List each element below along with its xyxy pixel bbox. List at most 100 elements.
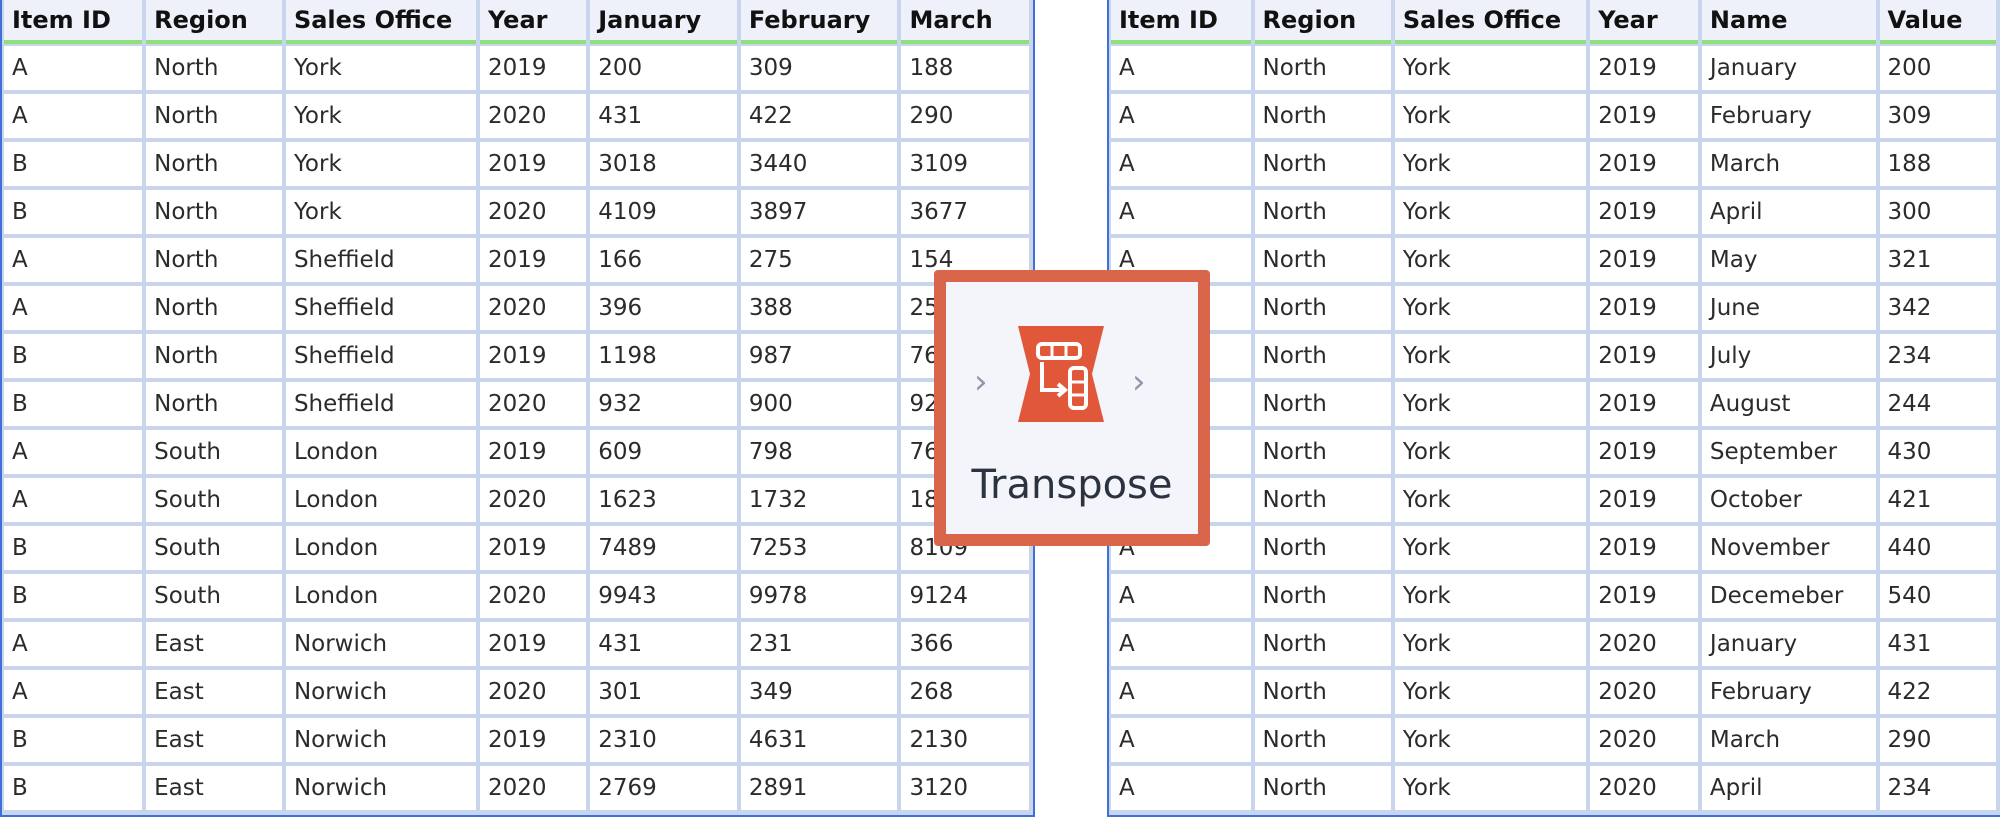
- input-table-cell[interactable]: Sheffield: [285, 284, 476, 332]
- input-table-cell[interactable]: North: [146, 92, 282, 140]
- input-table-cell[interactable]: 349: [740, 668, 898, 716]
- output-table-cell[interactable]: York: [1394, 236, 1587, 284]
- input-table-cell[interactable]: B: [4, 140, 143, 188]
- input-table-row[interactable]: A South London 2020 1623 1732 18: [4, 476, 1029, 524]
- output-table-cell[interactable]: York: [1394, 620, 1587, 668]
- input-table-cell[interactable]: 309: [740, 44, 898, 92]
- input-table-cell[interactable]: Norwich: [285, 716, 476, 764]
- input-table-cell[interactable]: 2019: [480, 716, 587, 764]
- output-table-cell[interactable]: 200: [1879, 44, 1996, 92]
- output-table-cell[interactable]: York: [1394, 524, 1587, 572]
- output-table-cell[interactable]: Decemeber: [1701, 572, 1876, 620]
- output-table-cell[interactable]: A: [1111, 140, 1251, 188]
- input-table-cell[interactable]: 2130: [901, 716, 1029, 764]
- input-table-row[interactable]: B North Sheffield 2020 932 900 92: [4, 380, 1029, 428]
- input-table-cell[interactable]: York: [285, 92, 476, 140]
- input-table-cell[interactable]: 3109: [901, 140, 1029, 188]
- input-table-cell[interactable]: 2310: [590, 716, 737, 764]
- output-table-cell[interactable]: York: [1394, 284, 1587, 332]
- output-table-cell[interactable]: 2019: [1590, 284, 1698, 332]
- input-table-cell[interactable]: 2020: [480, 284, 587, 332]
- output-table-cell[interactable]: York: [1394, 44, 1587, 92]
- output-table-cell[interactable]: March: [1701, 716, 1876, 764]
- output-table-cell[interactable]: 2020: [1590, 716, 1698, 764]
- output-table-cell[interactable]: A: [1111, 572, 1251, 620]
- input-table-cell[interactable]: London: [285, 476, 476, 524]
- output-table-cell[interactable]: April: [1701, 188, 1876, 236]
- input-table-cell[interactable]: York: [285, 44, 476, 92]
- input-table-cell[interactable]: 188: [901, 44, 1029, 92]
- input-table-cell[interactable]: South: [146, 428, 282, 476]
- input-table-cell[interactable]: 2019: [480, 524, 587, 572]
- output-table-row[interactable]: A North York 2020 March 290: [1111, 716, 1996, 764]
- output-table-row[interactable]: A North York 2019 March 188: [1111, 140, 1996, 188]
- input-table-cell[interactable]: Sheffield: [285, 236, 476, 284]
- input-table-cell[interactable]: 4109: [590, 188, 737, 236]
- input-table-cell[interactable]: 275: [740, 236, 898, 284]
- output-table-cell[interactable]: York: [1394, 428, 1587, 476]
- input-table-cell[interactable]: London: [285, 428, 476, 476]
- output-table-cell[interactable]: North: [1254, 284, 1391, 332]
- input-table-row[interactable]: A North Sheffield 2019 166 275 154: [4, 236, 1029, 284]
- input-table-cell[interactable]: A: [4, 284, 143, 332]
- input-table-cell[interactable]: North: [146, 44, 282, 92]
- input-table-cell[interactable]: B: [4, 572, 143, 620]
- input-table-cell[interactable]: 3677: [901, 188, 1029, 236]
- output-table-cell[interactable]: 422: [1879, 668, 1996, 716]
- output-table-row[interactable]: A North York 2020 January 431: [1111, 620, 1996, 668]
- output-table-cell[interactable]: York: [1394, 188, 1587, 236]
- input-table-cell[interactable]: South: [146, 476, 282, 524]
- input-table-cell[interactable]: South: [146, 572, 282, 620]
- input-table-cell[interactable]: A: [4, 236, 143, 284]
- input-table-cell[interactable]: B: [4, 764, 143, 812]
- output-table-cell[interactable]: 244: [1879, 380, 1996, 428]
- input-table-cell[interactable]: A: [4, 92, 143, 140]
- output-table-cell[interactable]: North: [1254, 668, 1391, 716]
- input-table-cell[interactable]: North: [146, 236, 282, 284]
- input-table-cell[interactable]: 7489: [590, 524, 737, 572]
- output-table-cell[interactable]: North: [1254, 92, 1391, 140]
- output-table-cell[interactable]: A: [1111, 188, 1251, 236]
- input-table-cell[interactable]: North: [146, 140, 282, 188]
- output-table-cell[interactable]: 321: [1879, 236, 1996, 284]
- output-table-cell[interactable]: 2019: [1590, 428, 1698, 476]
- output-table-row[interactable]: ANorthYork2019September430: [1111, 428, 1996, 476]
- output-table-row[interactable]: A North York 2020 April 234: [1111, 764, 1996, 812]
- input-table-cell[interactable]: 798: [740, 428, 898, 476]
- input-table-cell[interactable]: Sheffield: [285, 332, 476, 380]
- input-table-cell[interactable]: South: [146, 524, 282, 572]
- output-column-header[interactable]: Item ID: [1111, 0, 1251, 44]
- input-table-cell[interactable]: A: [4, 668, 143, 716]
- output-table-row[interactable]: A North York 2019 May 321: [1111, 236, 1996, 284]
- output-anchor-icon[interactable]: ›: [1132, 362, 1146, 402]
- input-table-cell[interactable]: East: [146, 716, 282, 764]
- input-table-cell[interactable]: 2019: [480, 620, 587, 668]
- input-column-header[interactable]: Item ID: [4, 0, 143, 44]
- input-table-cell[interactable]: 2769: [590, 764, 737, 812]
- output-table-cell[interactable]: 2019: [1590, 188, 1698, 236]
- output-table-cell[interactable]: 2019: [1590, 524, 1698, 572]
- input-table-cell[interactable]: 3440: [740, 140, 898, 188]
- input-table-cell[interactable]: 2019: [480, 428, 587, 476]
- output-table-cell[interactable]: 2019: [1590, 92, 1698, 140]
- input-table-cell[interactable]: East: [146, 764, 282, 812]
- output-table-cell[interactable]: April: [1701, 764, 1876, 812]
- output-table-cell[interactable]: North: [1254, 332, 1391, 380]
- input-table-cell[interactable]: 2019: [480, 44, 587, 92]
- output-column-header[interactable]: Year: [1590, 0, 1698, 44]
- output-table-cell[interactable]: York: [1394, 476, 1587, 524]
- output-table-cell[interactable]: 430: [1879, 428, 1996, 476]
- output-table-cell[interactable]: North: [1254, 716, 1391, 764]
- input-table-cell[interactable]: 987: [740, 332, 898, 380]
- input-table-row[interactable]: B South London 2020 9943 9978 9124: [4, 572, 1029, 620]
- output-table-cell[interactable]: A: [1111, 716, 1251, 764]
- output-table-cell[interactable]: June: [1701, 284, 1876, 332]
- output-column-header[interactable]: Value: [1879, 0, 1996, 44]
- output-table-cell[interactable]: North: [1254, 380, 1391, 428]
- output-table-cell[interactable]: 290: [1879, 716, 1996, 764]
- input-table-cell[interactable]: York: [285, 188, 476, 236]
- output-table-cell[interactable]: February: [1701, 668, 1876, 716]
- input-anchor-icon[interactable]: ›: [974, 362, 988, 402]
- input-table-cell[interactable]: 609: [590, 428, 737, 476]
- input-table-cell[interactable]: 2020: [480, 92, 587, 140]
